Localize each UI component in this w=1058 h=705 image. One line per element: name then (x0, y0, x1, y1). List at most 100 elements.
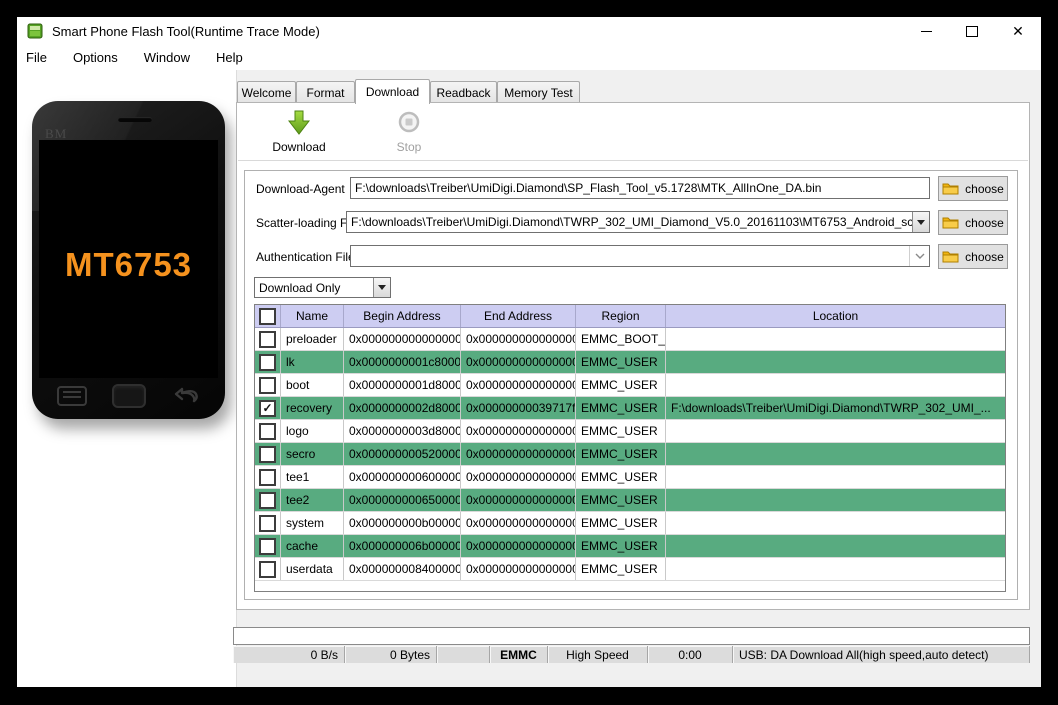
app-icon (27, 23, 43, 39)
download-button[interactable]: Download (266, 110, 332, 158)
cell-name: lk (281, 351, 344, 373)
cell-name: cache (281, 535, 344, 557)
download-agent-label: Download-Agent (256, 182, 345, 196)
cell-end-address: 0x0000000000000000 (461, 351, 576, 373)
status-segment: 0 B/s (233, 646, 345, 663)
cell-location: F:\downloads\Treiber\UmiDigi.Diamond\TWR… (671, 401, 991, 415)
row-checkbox[interactable] (255, 420, 281, 442)
phone-speaker (118, 117, 152, 122)
cell-location (666, 489, 1005, 511)
scatter-file-choose-button[interactable]: choose (938, 210, 1008, 235)
table-row[interactable]: userdata 0x0000000084000000 0x0000000000… (255, 558, 1005, 581)
menu-bar: File Options Window Help (17, 45, 1041, 70)
menu-window[interactable]: Window (131, 45, 203, 70)
download-agent-input[interactable] (350, 177, 930, 199)
checkbox-icon (259, 307, 276, 325)
row-checkbox[interactable] (255, 535, 281, 557)
row-checkbox[interactable] (255, 466, 281, 488)
table-header-row: Name Begin Address End Address Region Lo… (255, 305, 1005, 328)
cell-name: tee2 (281, 489, 344, 511)
cell-begin-address: 0x0000000001c80000 (344, 351, 461, 373)
table-body: preloader 0x0000000000000000 0x000000000… (255, 328, 1005, 581)
checkbox-icon (259, 468, 276, 486)
auth-file-combobox[interactable] (350, 245, 930, 267)
tab-memory-test[interactable]: Memory Test (497, 81, 580, 103)
checkbox-icon (259, 376, 276, 394)
table-row[interactable]: lk 0x0000000001c80000 0x0000000000000000… (255, 351, 1005, 374)
row-checkbox[interactable] (255, 443, 281, 465)
cell-region: EMMC_USER (576, 397, 666, 419)
phone-menu-icon (57, 386, 87, 406)
tab-format[interactable]: Format (296, 81, 355, 103)
menu-help[interactable]: Help (203, 45, 256, 70)
checkbox-icon (259, 537, 276, 555)
maximize-icon (966, 25, 978, 37)
status-segment: 0 Bytes (345, 646, 437, 663)
row-checkbox[interactable]: ✓ (255, 397, 281, 419)
cell-begin-address: 0x0000000002d80000 (344, 397, 461, 419)
download-agent-choose-button[interactable]: choose (938, 176, 1008, 201)
dropdown-arrow-icon (917, 219, 925, 225)
cell-name: recovery (281, 397, 344, 419)
row-checkbox[interactable] (255, 489, 281, 511)
cell-location (666, 535, 1005, 557)
cell-begin-address: 0x000000006b000000 (344, 535, 461, 557)
close-button[interactable]: ✕ (995, 17, 1041, 45)
cell-region: EMMC_USER (576, 374, 666, 396)
auth-file-label: Authentication File (256, 250, 355, 264)
mode-dropdown-button[interactable] (373, 278, 390, 297)
tab-download[interactable]: Download (355, 79, 430, 104)
row-checkbox[interactable] (255, 328, 281, 350)
cell-begin-address: 0x0000000003d80000 (344, 420, 461, 442)
table-row[interactable]: preloader 0x0000000000000000 0x000000000… (255, 328, 1005, 351)
cell-end-address: 0x0000000000000000 (461, 374, 576, 396)
stop-button-label: Stop (396, 140, 422, 154)
table-row[interactable]: system 0x000000000b000000 0x000000000000… (255, 512, 1005, 535)
cell-region: EMMC_USER (576, 489, 666, 511)
table-row[interactable]: tee2 0x0000000006500000 0x00000000000000… (255, 489, 1005, 512)
status-segment: EMMC (490, 646, 548, 663)
scatter-dropdown-button[interactable] (912, 212, 929, 232)
partition-table: Name Begin Address End Address Region Lo… (254, 304, 1006, 592)
menu-options[interactable]: Options (60, 45, 131, 70)
scatter-file-value: F:\downloads\Treiber\UmiDigi.Diamond\TWR… (351, 215, 912, 229)
flash-mode-value: Download Only (259, 280, 341, 295)
auth-dropdown-button[interactable] (909, 246, 929, 266)
cell-begin-address: 0x0000000000000000 (344, 328, 461, 350)
maximize-button[interactable] (949, 17, 995, 45)
row-checkbox[interactable] (255, 351, 281, 373)
table-row[interactable]: secro 0x0000000005200000 0x0000000000000… (255, 443, 1005, 466)
row-checkbox[interactable] (255, 558, 281, 580)
checkbox-icon (259, 353, 276, 371)
table-row[interactable]: cache 0x000000006b000000 0x0000000000000… (255, 535, 1005, 558)
cell-location (666, 466, 1005, 488)
cell-name: system (281, 512, 344, 534)
status-segment: High Speed (548, 646, 648, 663)
row-checkbox[interactable] (255, 374, 281, 396)
folder-icon (942, 217, 959, 229)
table-row[interactable]: tee1 0x0000000006000000 0x00000000000000… (255, 466, 1005, 489)
chevron-down-icon (915, 253, 924, 259)
scatter-file-combobox[interactable]: F:\downloads\Treiber\UmiDigi.Diamond\TWR… (346, 211, 930, 233)
menu-file[interactable]: File (17, 45, 60, 70)
scatter-file-label: Scatter-loading File (256, 216, 360, 230)
tab-welcome[interactable]: Welcome (237, 81, 296, 103)
cell-region: EMMC_USER (576, 558, 666, 580)
flash-mode-select[interactable]: Download Only (254, 277, 391, 298)
choose-button-label: choose (965, 249, 1004, 264)
cell-begin-address: 0x0000000006500000 (344, 489, 461, 511)
header-region: Region (576, 305, 666, 327)
phone-badge: BM (45, 126, 68, 141)
minimize-button[interactable] (903, 17, 949, 45)
auth-file-choose-button[interactable]: choose (938, 244, 1008, 269)
table-row[interactable]: boot 0x0000000001d80000 0x00000000000000… (255, 374, 1005, 397)
table-row[interactable]: ✓ recovery 0x0000000002d80000 0x00000000… (255, 397, 1005, 420)
row-checkbox[interactable] (255, 512, 281, 534)
tab-readback[interactable]: Readback (430, 81, 497, 103)
header-begin-address: Begin Address (344, 305, 461, 327)
window-title: Smart Phone Flash Tool(Runtime Trace Mod… (52, 23, 320, 39)
phone-back-icon (174, 387, 198, 403)
select-all-checkbox[interactable] (255, 305, 281, 327)
cell-end-address: 0x00000000039717ff (461, 397, 576, 419)
table-row[interactable]: logo 0x0000000003d80000 0x00000000000000… (255, 420, 1005, 443)
